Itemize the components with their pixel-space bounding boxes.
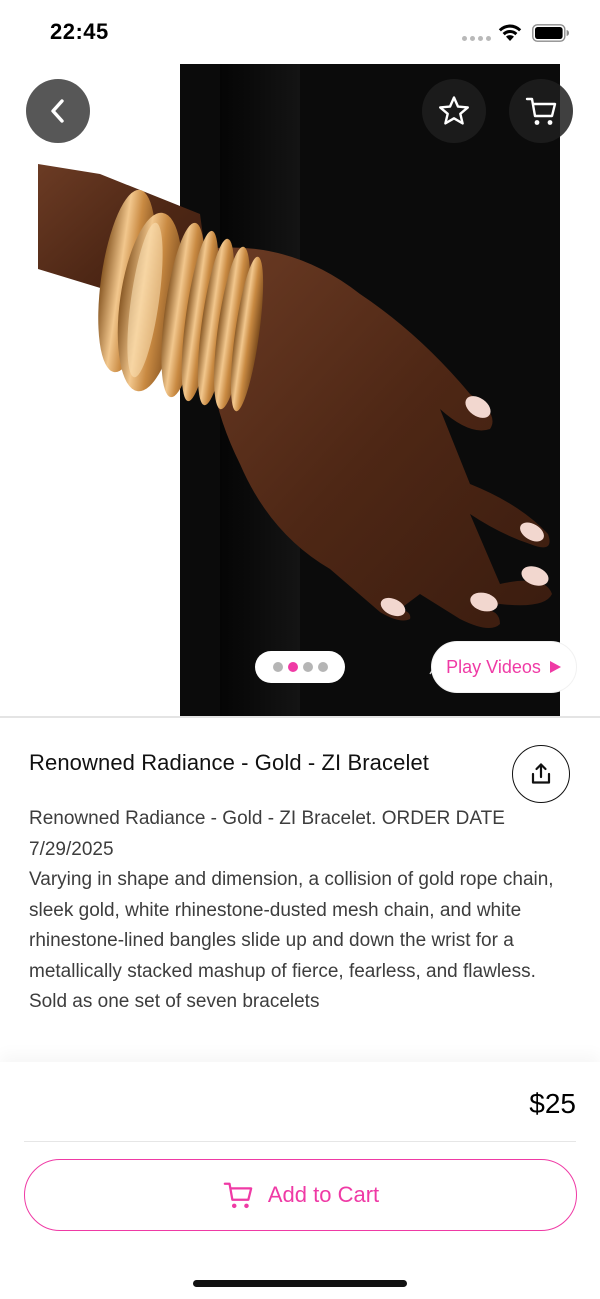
pager-dot[interactable] — [272, 662, 283, 672]
back-button[interactable] — [26, 79, 90, 143]
wrist-with-bracelets-image — [38, 164, 552, 691]
favorite-button[interactable] — [422, 79, 486, 143]
add-to-cart-button[interactable]: Add to Cart — [24, 1159, 577, 1231]
add-to-cart-label: Add to Cart — [267, 1182, 380, 1207]
share-button[interactable] — [512, 745, 570, 803]
wifi-icon — [498, 24, 522, 41]
home-indicator — [193, 1280, 407, 1287]
pager-dot[interactable] — [302, 662, 313, 672]
battery-icon — [532, 24, 569, 42]
cart-button[interactable] — [509, 79, 573, 143]
product-description: Renowned Radiance - Gold - ZI Bracelet. … — [29, 808, 554, 1012]
signal-dots-icon — [462, 36, 491, 41]
product-title: Renowned Radiance - Gold - ZI Bracelet — [29, 750, 429, 775]
star-outline-icon — [439, 96, 469, 125]
status-time: 22:45 — [50, 19, 109, 44]
pager-dot[interactable] — [287, 662, 298, 672]
play-videos-label: Play Videos — [446, 656, 541, 677]
product-details: Renowned Radiance - Gold - ZI Bracelet R… — [0, 718, 600, 1062]
image-pager[interactable] — [255, 651, 345, 683]
cart-icon — [525, 97, 557, 125]
status-bar: 22:45 — [0, 0, 600, 64]
share-icon — [531, 763, 551, 784]
play-triangle-icon — [549, 661, 561, 673]
product-image-gallery[interactable]: Play Videos — [0, 64, 600, 716]
cart-icon — [223, 1182, 253, 1209]
chevron-left-icon — [51, 99, 64, 123]
pager-dot[interactable] — [317, 662, 328, 672]
purchase-panel: $25 Add to Cart — [0, 1062, 600, 1299]
play-videos-button[interactable]: Play Videos — [431, 641, 577, 693]
divider — [24, 1141, 576, 1142]
price: $25 — [529, 1088, 576, 1119]
